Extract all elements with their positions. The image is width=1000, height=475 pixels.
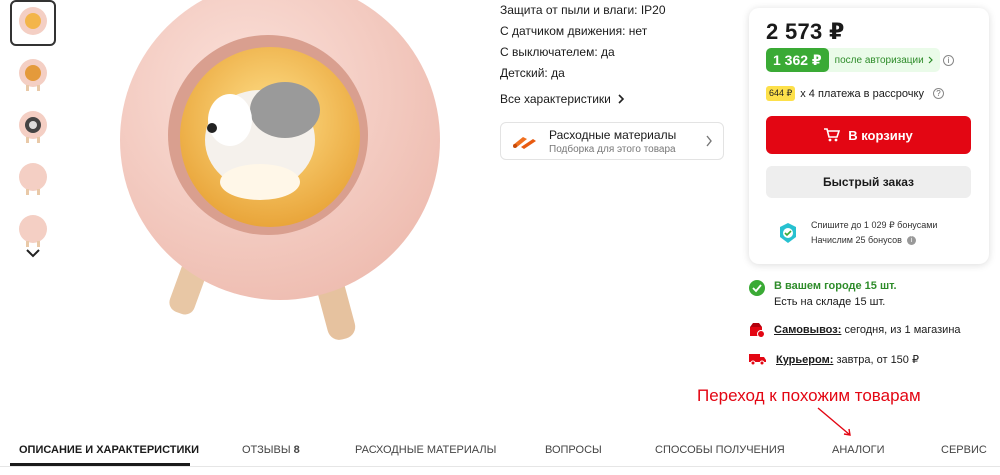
pickup-link[interactable]: Самовывоз:: [774, 324, 841, 336]
screwdriver-icon: [513, 137, 536, 149]
tab-delivery[interactable]: СПОСОБЫ ПОЛУЧЕНИЯ: [655, 444, 785, 456]
spec-row: С выключателем: да: [500, 45, 615, 59]
pickup-info: Самовывоз: сегодня, из 1 магазина: [749, 322, 961, 338]
add-to-cart-button[interactable]: В корзину: [766, 116, 971, 154]
info-icon[interactable]: i: [906, 236, 916, 245]
thumbnail-3[interactable]: [10, 104, 56, 150]
annotation-text: Переход к похожим товарам: [697, 386, 921, 405]
quick-order-button[interactable]: Быстрый заказ: [766, 166, 971, 198]
availability-info: В вашем городе 15 шт. Есть на складе 15 …: [749, 280, 897, 308]
tab-consumables[interactable]: РАСХОДНЫЕ МАТЕРИАЛЫ: [355, 444, 496, 456]
spec-row: Защита от пыли и влаги: IP20: [500, 3, 666, 17]
bonus-info: Спишите до 1 029 ₽ бонусами Начислим 25 …: [777, 218, 937, 248]
thumbnail-4[interactable]: [10, 156, 56, 202]
chevron-right-icon: [928, 56, 933, 64]
tab-description[interactable]: ОПИСАНИЕ И ХАРАКТЕРИСТИКИ: [19, 444, 199, 456]
spec-row: С датчиком движения: нет: [500, 24, 648, 38]
check-circle-icon: [749, 280, 765, 296]
thumbnail-1[interactable]: [10, 0, 56, 46]
spec-row: Детский: да: [500, 66, 565, 80]
price: 2 573 ₽: [766, 19, 845, 44]
installment-info: 644 ₽ х 4 платежа в рассрочку ?: [766, 86, 944, 101]
tab-service[interactable]: СЕРВИС: [941, 444, 987, 456]
installment-badge: 644 ₽: [766, 86, 796, 101]
courier-link[interactable]: Курьером:: [776, 354, 833, 366]
product-main-image: [110, 0, 450, 350]
tab-analogs[interactable]: АНАЛОГИ: [832, 444, 885, 456]
auth-price-badge[interactable]: 1 362 ₽ после авторизации: [766, 48, 940, 72]
consumables-card[interactable]: Расходные материалы Подборка для этого т…: [500, 122, 724, 160]
price-box: 2 573 ₽ 1 362 ₽ после авторизации i 644 …: [749, 8, 989, 264]
tab-bar: ОПИСАНИЕ И ХАРАКТЕРИСТИКИ ОТЗЫВЫ 8 РАСХО…: [0, 430, 1000, 470]
spec-list: Защита от пыли и влаги: IP20 С датчиком …: [500, 0, 730, 160]
thumbnail-gallery: [10, 0, 60, 260]
cart-icon: [824, 128, 841, 142]
divider: [0, 466, 1000, 467]
truck-icon: [749, 354, 766, 366]
info-icon[interactable]: i: [943, 55, 954, 66]
thumbnail-2[interactable]: [10, 52, 56, 98]
tab-reviews[interactable]: ОТЗЫВЫ 8: [242, 444, 300, 456]
courier-info: Курьером: завтра, от 150 ₽: [749, 352, 919, 366]
tab-questions[interactable]: ВОПРОСЫ: [545, 444, 602, 456]
chevron-right-icon: [618, 94, 624, 104]
question-icon[interactable]: ?: [932, 88, 944, 99]
all-characteristics-link[interactable]: Все характеристики: [500, 88, 730, 110]
store-icon: [750, 323, 765, 338]
bonus-logo-icon: [780, 223, 796, 243]
chevron-right-icon: [706, 135, 712, 147]
chevron-down-icon[interactable]: [23, 245, 43, 261]
